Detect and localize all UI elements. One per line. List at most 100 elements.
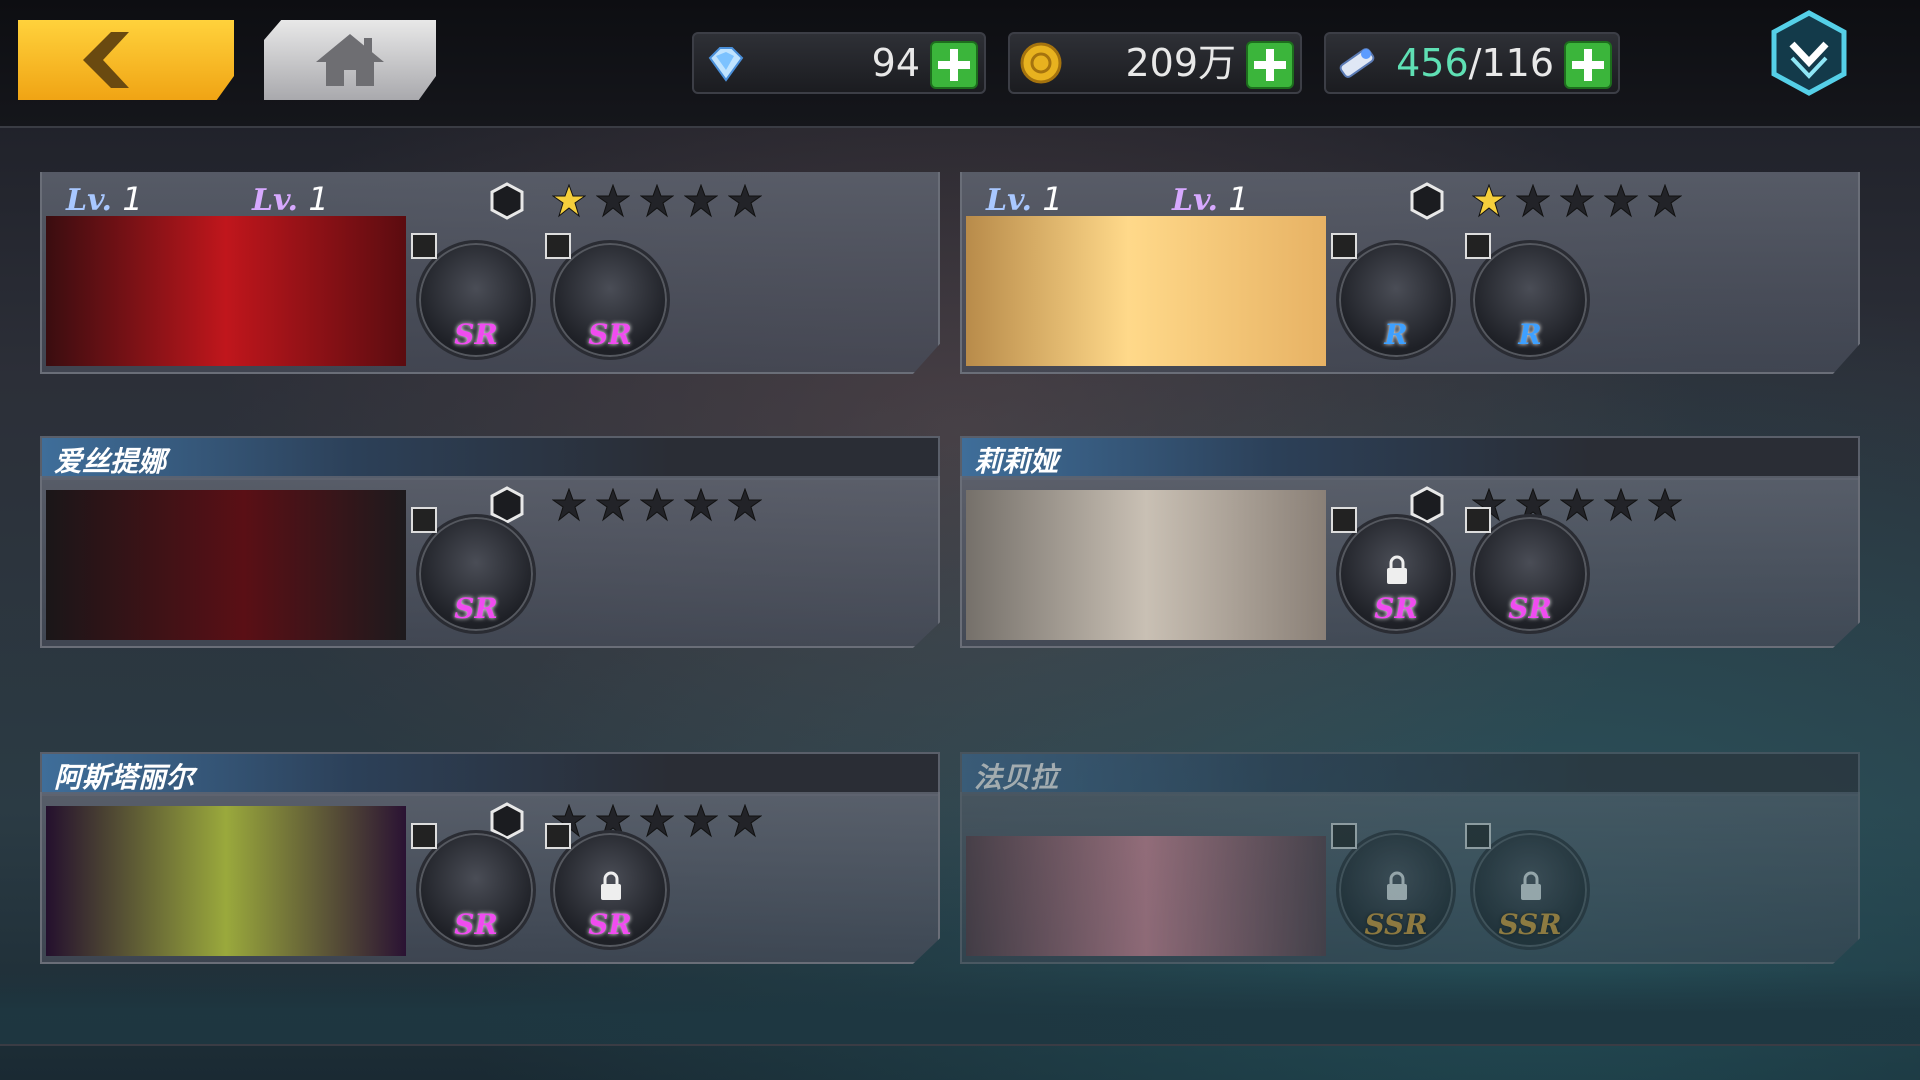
character-portrait: [46, 490, 406, 640]
level-label: Lv.: [986, 183, 1043, 218]
star-filled-icon: [1472, 184, 1506, 218]
star-empty-icon: [728, 804, 762, 838]
equipment-slot[interactable]: SR: [545, 823, 670, 950]
character-card[interactable]: 爱丝提娜Lv. 1Lv. 1SR: [40, 436, 940, 648]
character-card-body: Lv. 1Lv. 1SRSR: [960, 476, 1860, 648]
character-name: 莉莉娅: [974, 445, 1059, 478]
add-gold-button[interactable]: [1246, 41, 1294, 89]
level-value: 1: [122, 180, 143, 218]
level-value: 1: [1042, 180, 1063, 218]
rarity-label: SSR: [1498, 908, 1562, 941]
rarity-label: SR: [1374, 592, 1418, 625]
back-button[interactable]: [18, 20, 234, 100]
equipment-slot[interactable]: SSR: [1331, 823, 1456, 950]
star-empty-icon: [552, 488, 586, 522]
star-filled-icon: [552, 184, 586, 218]
character-card-body: Lv. 1Lv. 1SRSR: [40, 792, 940, 964]
star-empty-icon: [1560, 184, 1594, 218]
star-rating: [552, 488, 762, 522]
rarity-label: SR: [454, 318, 498, 351]
add-gems-button[interactable]: [930, 41, 978, 89]
lock-icon: [601, 871, 621, 900]
gold-display: 209万: [1008, 32, 1302, 94]
character-level: Lv. 1: [66, 180, 143, 218]
character-card-body: Lv. 1Lv. 1SR: [40, 476, 940, 648]
level-label: Lv.: [66, 183, 123, 218]
character-card[interactable]: 莉莉娅Lv. 1Lv. 1SRSR: [960, 436, 1860, 648]
edit-icon[interactable]: [1331, 507, 1357, 533]
star-empty-icon: [1560, 488, 1594, 522]
character-card[interactable]: 法贝拉 SSR SSR: [960, 752, 1860, 964]
equipment-slot[interactable]: SR: [411, 823, 536, 950]
character-card[interactable]: Lv. 1 Lv. 1 SR SR: [40, 172, 940, 382]
back-arrow-icon: [83, 32, 129, 88]
gold-coin-icon: [1020, 42, 1062, 84]
star-empty-icon: [684, 184, 718, 218]
star-rating: [1472, 184, 1682, 218]
character-card[interactable]: Lv. 1 Lv. 1RR: [960, 172, 1860, 382]
character-card[interactable]: 阿斯塔丽尔Lv. 1Lv. 1SRSR: [40, 752, 940, 964]
equipment-slot[interactable]: SR: [411, 507, 536, 634]
rarity-label: R: [1518, 318, 1542, 351]
equipment-slot[interactable]: R: [1465, 233, 1590, 360]
gems-value: 94: [871, 41, 920, 85]
character-portrait: [966, 216, 1326, 366]
edit-icon[interactable]: [411, 507, 437, 533]
level-label: Lv.: [252, 183, 309, 218]
level-label: Lv.: [1172, 183, 1229, 218]
rarity-label: SSR: [1364, 908, 1428, 941]
equipment-slot[interactable]: SR: [1331, 507, 1456, 634]
edit-icon[interactable]: [1465, 507, 1491, 533]
bottom-fade: [0, 970, 1920, 1044]
gem-icon: [708, 47, 744, 82]
stamina-ticket-icon: [1339, 48, 1375, 78]
add-stamina-button[interactable]: [1564, 41, 1612, 89]
edit-icon[interactable]: [545, 233, 571, 259]
weapon-level: Lv. 1: [1172, 180, 1249, 218]
character-name-bar: 莉莉娅: [960, 436, 1860, 480]
gems-display: 94: [692, 32, 986, 94]
character-name-bar: 阿斯塔丽尔: [40, 752, 940, 796]
star-empty-icon: [1604, 488, 1638, 522]
stamina-value: 456/116: [1396, 41, 1554, 85]
character-card-body: Lv. 1Lv. 1SRSR: [40, 172, 940, 374]
equipment-slot[interactable]: R: [1331, 233, 1456, 360]
edit-icon[interactable]: [411, 233, 437, 259]
character-level: Lv. 1: [986, 180, 1063, 218]
character-name: 阿斯塔丽尔: [54, 761, 195, 794]
level-value: 1: [308, 180, 329, 218]
star-empty-icon: [684, 488, 718, 522]
top-bar: 94 209万 456/116: [0, 0, 1920, 128]
character-portrait: [966, 490, 1326, 640]
equipment-slot[interactable]: SR: [411, 233, 536, 360]
edit-icon[interactable]: [1331, 823, 1357, 849]
equipment-slot[interactable]: SSR: [1465, 823, 1590, 950]
star-empty-icon: [1648, 488, 1682, 522]
character-portrait: [46, 216, 406, 366]
rarity-label: R: [1384, 318, 1408, 351]
class-hex-icon: [1410, 182, 1444, 220]
edit-icon[interactable]: [1331, 233, 1357, 259]
edit-icon[interactable]: [1465, 233, 1491, 259]
star-empty-icon: [640, 184, 674, 218]
home-icon: [316, 34, 384, 86]
class-hex-icon: [490, 182, 524, 220]
edit-icon[interactable]: [411, 823, 437, 849]
equipment-slot[interactable]: SR: [1465, 507, 1590, 634]
star-empty-icon: [728, 184, 762, 218]
stamina-display: 456/116: [1324, 32, 1620, 94]
home-button[interactable]: [264, 20, 436, 100]
star-empty-icon: [728, 488, 762, 522]
star-empty-icon: [640, 804, 674, 838]
star-rating: [552, 804, 762, 838]
star-empty-icon: [640, 488, 674, 522]
edit-icon[interactable]: [545, 823, 571, 849]
lock-icon: [1387, 871, 1407, 900]
star-empty-icon: [1648, 184, 1682, 218]
menu-chevron-icon[interactable]: [1770, 10, 1848, 96]
equipment-slot[interactable]: SR: [545, 233, 670, 360]
edit-icon[interactable]: [1465, 823, 1491, 849]
character-name-bar: 爱丝提娜: [40, 436, 940, 480]
star-empty-icon: [1516, 184, 1550, 218]
character-name-bar: 法贝拉: [960, 752, 1860, 796]
